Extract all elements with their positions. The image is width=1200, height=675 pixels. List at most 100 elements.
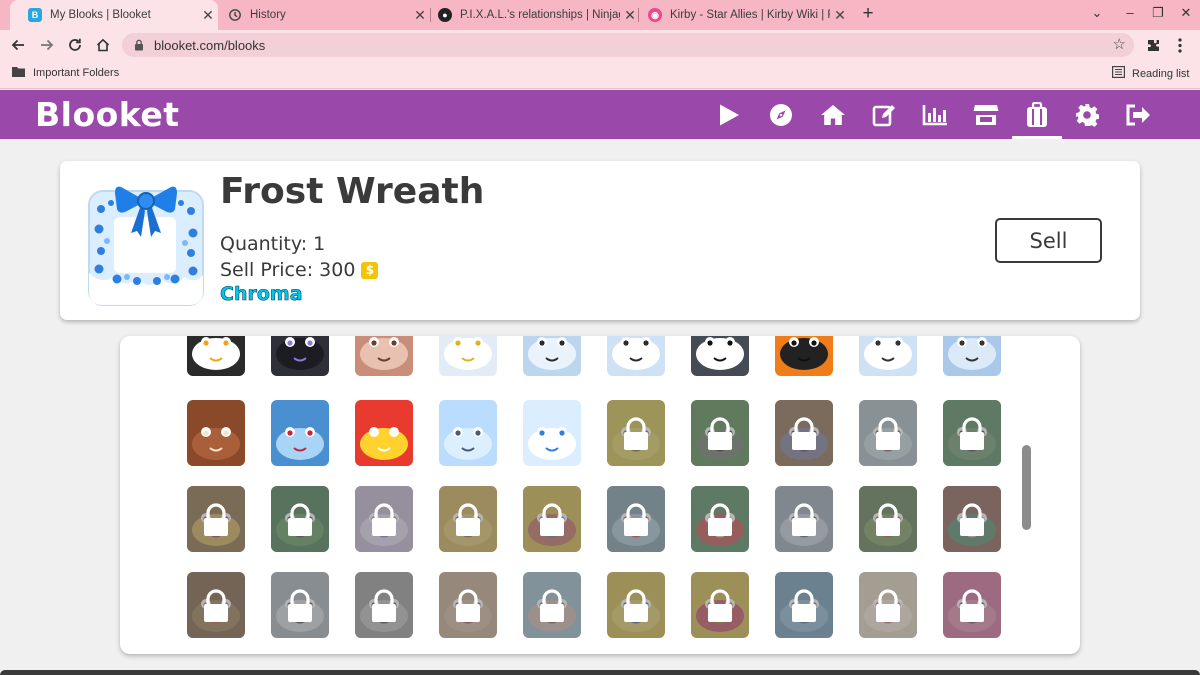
sell-price-text: Sell Price: 300 (220, 259, 356, 281)
blook-penguin[interactable] (690, 336, 750, 378)
blook-green-monster[interactable] (270, 484, 330, 554)
market-icon[interactable] (961, 90, 1011, 139)
bookmarks-bar: Important Folders Reading list (0, 60, 1200, 89)
blook-shark[interactable] (270, 398, 330, 468)
create-icon[interactable] (859, 90, 909, 139)
blook-name: Frost Wreath (220, 171, 485, 212)
bookmark-folder-label: Important Folders (33, 67, 120, 79)
close-window-icon[interactable]: ✕ (1176, 5, 1196, 21)
reload-icon[interactable] (65, 35, 85, 55)
sell-button[interactable]: Sell (995, 218, 1102, 263)
discover-icon[interactable] (756, 90, 806, 139)
blook-rockhopper[interactable] (774, 336, 834, 378)
inventory-scrollbar[interactable] (1022, 445, 1031, 530)
blooks-icon[interactable] (1012, 90, 1062, 139)
blook-snowy-owl[interactable] (438, 336, 498, 378)
blooket-favicon: B (28, 8, 42, 22)
blook-gift[interactable] (690, 570, 750, 640)
tab-pixal[interactable]: ● P.I.X.A.L.'s relationships | Ninjago ✕ (420, 0, 640, 30)
blook-present[interactable] (690, 484, 750, 554)
tab-my-blooks[interactable]: B My Blooks | Blooket ✕ (10, 0, 218, 30)
browser-toolbar: blooket.com/blooks ☆ (0, 30, 1200, 60)
blook-zombie[interactable] (942, 398, 1002, 468)
blook-jar-lid[interactable] (522, 570, 582, 640)
new-tab-button[interactable]: + (858, 3, 878, 25)
history-icon (228, 8, 242, 22)
blook-witch[interactable] (774, 398, 834, 468)
reading-list[interactable]: Reading list (1112, 66, 1189, 81)
play-icon[interactable] (704, 90, 754, 139)
blook-chick[interactable] (606, 570, 666, 640)
extensions-icon[interactable] (1143, 35, 1163, 55)
blook-robot[interactable] (774, 484, 834, 554)
tab-title: My Blooks | Blooket (50, 9, 151, 21)
coin-icon: $ (361, 261, 379, 279)
blook-snow-globe[interactable] (438, 398, 498, 468)
url-text: blooket.com/blooks (154, 37, 266, 53)
tab-kirby[interactable]: ◉ Kirby - Star Allies | Kirby Wiki | Fa … (630, 0, 850, 30)
blook-yellow-flower[interactable] (522, 484, 582, 554)
blook-polar-bear[interactable] (522, 336, 582, 378)
back-icon[interactable] (8, 35, 28, 55)
blook-seal[interactable] (942, 336, 1002, 378)
menu-kebab-icon[interactable] (1170, 35, 1190, 55)
tab-title: Kirby - Star Allies | Kirby Wiki | Fa (670, 9, 830, 21)
home-browser-icon[interactable] (93, 35, 113, 55)
fandom-favicon: ● (438, 8, 452, 22)
restore-icon[interactable]: ❐ (1148, 5, 1168, 21)
blook-lion[interactable] (438, 484, 498, 554)
blook-inventory-grid (120, 336, 1080, 654)
reading-list-icon (1112, 66, 1126, 81)
blook-jar[interactable] (858, 398, 918, 468)
blook-unicorn[interactable] (354, 484, 414, 554)
blook-frost-wreath[interactable] (522, 398, 582, 468)
bookmark-star-icon[interactable]: ☆ (1113, 35, 1126, 53)
minimize-icon[interactable]: – (1120, 5, 1140, 20)
blook-bunny[interactable] (858, 570, 918, 640)
folder-icon (12, 66, 25, 80)
tab-title: P.I.X.A.L.'s relationships | Ninjago (460, 9, 620, 21)
blook-teapot[interactable] (774, 570, 834, 640)
blook-walrus[interactable] (186, 398, 246, 468)
blook-gingerbread[interactable] (186, 570, 246, 640)
blook-sell-price: Sell Price: 300 $ (220, 259, 379, 281)
blook-detail-card: Frost Wreath Quantity: 1 Sell Price: 300… (60, 161, 1140, 320)
blooket-header: Blooket (0, 90, 1200, 139)
tab-search-chevron-icon[interactable]: ⌄ (1087, 5, 1107, 21)
reading-list-label: Reading list (1132, 67, 1190, 80)
blook-arctic-hare[interactable] (858, 336, 918, 378)
lock-icon (132, 39, 146, 51)
page-bottom-edge (0, 670, 1200, 675)
bookmark-folder[interactable]: Important Folders (12, 66, 119, 80)
blook-baboon[interactable] (354, 336, 414, 378)
forward-icon[interactable] (37, 35, 57, 55)
blook-brown-monster[interactable] (942, 484, 1002, 554)
blook-playing-card[interactable] (354, 570, 414, 640)
kirby-favicon: ◉ (648, 8, 662, 22)
blook-toucan[interactable] (186, 336, 246, 378)
blook-green-goblin[interactable] (690, 398, 750, 468)
tab-title: History (250, 9, 286, 21)
stats-icon[interactable] (910, 90, 960, 139)
blook-quantity: Quantity: 1 (220, 233, 326, 255)
blook-santa-claus[interactable] (354, 398, 414, 468)
frost-wreath-blook-image (87, 181, 205, 307)
settings-icon[interactable] (1062, 90, 1112, 139)
blook-yellow-cat[interactable] (606, 398, 666, 468)
blook-gift-box[interactable] (186, 484, 246, 554)
blook-rarity: Chroma (220, 283, 303, 306)
home-icon[interactable] (808, 90, 858, 139)
blook-snowman[interactable] (270, 570, 330, 640)
tab-history[interactable]: History ✕ (210, 0, 430, 30)
blook-panther[interactable] (270, 336, 330, 378)
logout-icon[interactable] (1113, 90, 1163, 139)
blook-snow-globe-house[interactable] (606, 484, 666, 554)
close-tab-icon[interactable]: ✕ (830, 7, 850, 24)
address-bar[interactable]: blooket.com/blooks ☆ (122, 33, 1134, 57)
blooket-logo[interactable]: Blooket (35, 95, 180, 134)
blook-pink-cat[interactable] (942, 570, 1002, 640)
blook-cookie[interactable] (438, 570, 498, 640)
blook-arctic-fox[interactable] (606, 336, 666, 378)
browser-tab-strip: B My Blooks | Blooket ✕ History ✕ ● P.I.… (0, 0, 1200, 30)
blook-wreath[interactable] (858, 484, 918, 554)
